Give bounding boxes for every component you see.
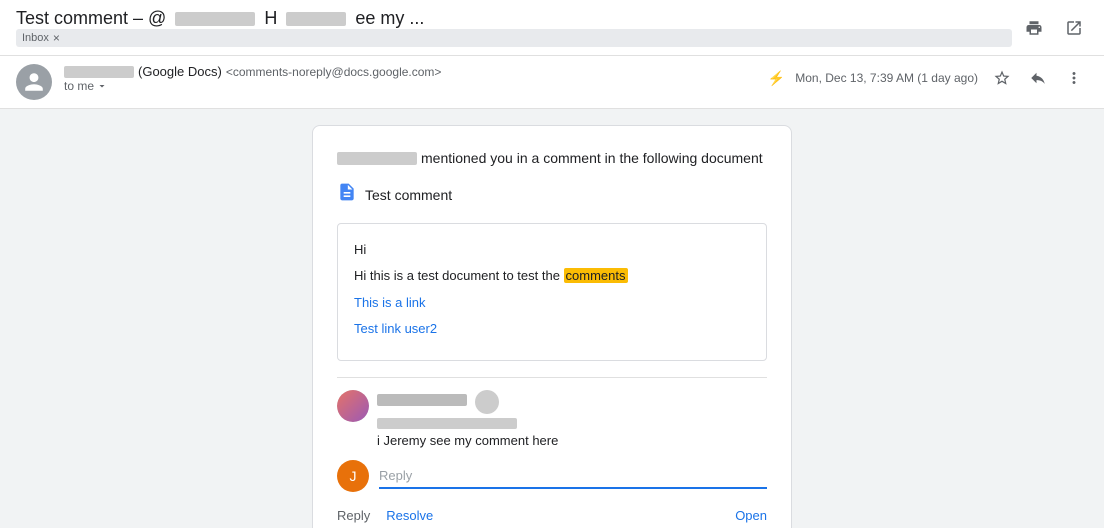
resolve-action-button[interactable]: Resolve [386,508,433,523]
star-button[interactable] [988,64,1016,92]
inbox-label: Inbox [22,32,49,44]
email-card: mentioned you in a comment in the follow… [312,125,792,528]
email-header-bar: Test comment – @ H ee my ... Inbox × [0,0,1104,56]
subject-h: H [264,8,277,28]
doc-line-2-before: Hi this is a test document to test the [354,268,564,283]
reply-button[interactable] [1024,64,1052,92]
doc-line-4: Test link user2 [354,319,750,339]
reply-action-button[interactable]: Reply [337,508,370,523]
doc-line-2-highlight: comments [564,268,628,283]
reply-row: J [337,460,767,492]
commenter-name-blurred [377,394,467,406]
print-button[interactable] [1020,14,1048,42]
reply-input[interactable] [379,464,767,489]
mention-description: mentioned you in a comment in the follow… [421,150,763,166]
to-me-dropdown[interactable]: to me [64,79,768,93]
doc-preview: Hi Hi this is a test document to test th… [337,223,767,361]
subject-dots: ee my ... [355,8,424,28]
meta-icons [988,64,1088,92]
sender-info: (Google Docs) <comments-noreply@docs.goo… [64,64,768,93]
doc-line-1: Hi [354,240,750,260]
subject-text: Test comment – @ [16,8,166,28]
sender-google-docs: (Google Docs) [138,64,222,79]
more-options-button[interactable] [1060,64,1088,92]
open-action-button[interactable]: Open [735,508,767,523]
reply-avatar: J [337,460,369,492]
sender-row: (Google Docs) <comments-noreply@docs.goo… [0,56,1104,109]
email-body: mentioned you in a comment in the follow… [0,109,1104,528]
mention-name-blurred [337,152,417,165]
doc-link-row: Test comment [337,182,767,207]
mention-text: mentioned you in a comment in the follow… [337,150,767,166]
email-timestamp: Mon, Dec 13, 7:39 AM (1 day ago) [795,71,978,85]
sender-name-blurred [64,66,134,78]
comment-section: i Jeremy see my comment here J Reply Res… [337,377,767,523]
doc-line-1-text: Hi [354,242,366,257]
doc-line-4-link[interactable]: Test link user2 [354,321,437,336]
header-icons [1020,14,1088,42]
to-me-label: to me [64,79,94,93]
commenter-avatar [337,390,369,422]
inbox-badge: Inbox × [16,29,1012,47]
doc-line-3: This is a link [354,293,750,313]
inbox-close-icon[interactable]: × [53,31,60,45]
doc-line-2: Hi this is a test document to test the c… [354,266,750,286]
sender-meta: ⚡ Mon, Dec 13, 7:39 AM (1 day ago) [768,64,1088,92]
open-external-button[interactable] [1060,14,1088,42]
sender-avatar [16,64,52,100]
email-subject: Test comment – @ H ee my ... Inbox × [16,8,1012,47]
action-row: Reply Resolve Open [337,500,767,523]
comment-row: i Jeremy see my comment here [337,390,767,448]
email-container: Test comment – @ H ee my ... Inbox × [0,0,1104,528]
lightning-icon: ⚡ [768,70,785,87]
comment-text: i Jeremy see my comment here [377,433,767,448]
doc-line-3-link[interactable]: This is a link [354,295,426,310]
doc-name: Test comment [365,187,452,203]
sender-email: <comments-noreply@docs.google.com> [226,65,442,79]
commenter-content: i Jeremy see my comment here [377,390,767,448]
sender-name-line: (Google Docs) <comments-noreply@docs.goo… [64,64,768,79]
docs-icon [337,182,357,207]
